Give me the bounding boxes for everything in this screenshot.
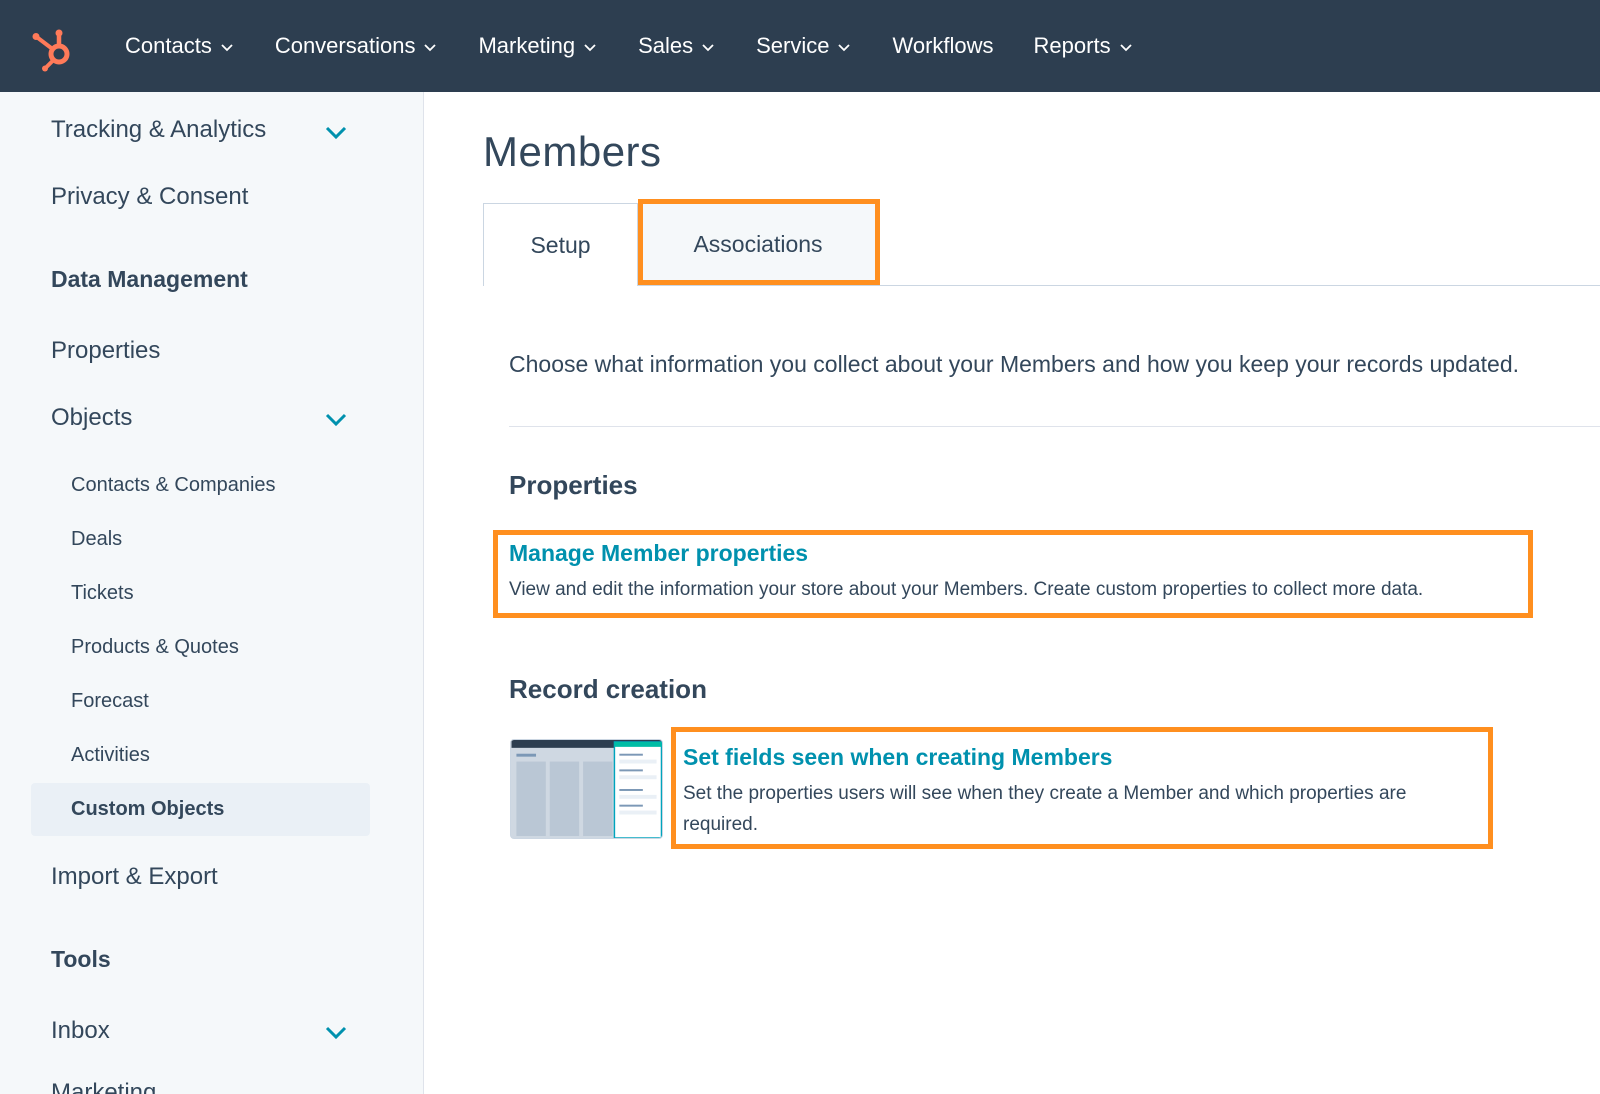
chevron-down-icon <box>838 44 851 52</box>
sidebar-subitem-label: Products & Quotes <box>71 636 239 658</box>
nav-item-label: Conversations <box>274 33 416 58</box>
nav-item-marketing[interactable]: Marketing <box>478 33 598 59</box>
sidebar-subitem-deals[interactable]: Deals <box>71 528 122 551</box>
chevron-down-icon[interactable] <box>322 405 350 433</box>
sidebar-item-label: Tracking & Analytics <box>51 116 267 143</box>
sidebar-item-marketing[interactable]: Marketing <box>51 1079 156 1094</box>
chevron-down-icon[interactable] <box>322 1018 350 1046</box>
nav-item-label: Marketing <box>478 33 576 58</box>
sidebar-subitem-label: Forecast <box>71 690 149 712</box>
sidebar-item-label: Properties <box>51 337 161 364</box>
sidebar-item-label: Privacy & Consent <box>51 183 249 210</box>
page-title: Members <box>483 128 662 175</box>
sidebar-subitem-label: Contacts & Companies <box>71 474 276 496</box>
chevron-down-icon[interactable] <box>322 118 350 146</box>
tab-label: Setup <box>530 231 591 258</box>
nav-item-workflows[interactable]: Workflows <box>892 33 993 59</box>
sidebar-item-label: Marketing <box>51 1079 157 1094</box>
sidebar-item-import-export[interactable]: Import & Export <box>51 863 218 891</box>
sidebar-subitem-tickets[interactable]: Tickets <box>71 582 134 605</box>
sidebar-subitem-forecast[interactable]: Forecast <box>71 690 149 713</box>
sidebar-item-label: Import & Export <box>51 863 218 890</box>
sidebar-item-label: Inbox <box>51 1017 110 1044</box>
sidebar-heading-label: Data Management <box>51 266 248 292</box>
sidebar-subitem-activities[interactable]: Activities <box>71 744 150 767</box>
settings-sidebar: Tracking & Analytics Privacy & Consent D… <box>0 92 424 1094</box>
sidebar-subitem-label: Deals <box>71 528 123 550</box>
sidebar-item-inbox[interactable]: Inbox <box>51 1017 110 1045</box>
nav-item-label: Sales <box>638 33 694 58</box>
chevron-down-icon <box>584 44 596 52</box>
sidebar-heading-tools: Tools <box>51 946 111 973</box>
set-fields-description: Set the properties users will see when t… <box>683 783 1407 835</box>
nav-item-conversations[interactable]: Conversations <box>275 33 439 59</box>
sidebar-item-properties[interactable]: Properties <box>51 337 160 365</box>
sidebar-item-label: Objects <box>51 404 133 431</box>
sidebar-item-tracking-analytics[interactable]: Tracking & Analytics <box>51 116 266 144</box>
hubspot-logo-icon[interactable] <box>28 24 76 72</box>
nav-item-service[interactable]: Service <box>756 33 852 59</box>
tabs-divider <box>483 285 1600 286</box>
sidebar-heading-data-management: Data Management <box>51 266 248 293</box>
sidebar-subitem-label: Tickets <box>71 582 134 604</box>
section-divider <box>509 426 1600 427</box>
tab-label: Associations <box>693 231 823 257</box>
tab-associations[interactable]: Associations <box>641 204 875 285</box>
nav-menu: Contacts Conversations Marketing Sales S… <box>125 0 1174 92</box>
sidebar-subitem-custom-objects[interactable]: Custom Objects <box>71 798 224 821</box>
sidebar-subitem-label: Activities <box>71 744 150 766</box>
nav-item-label: Workflows <box>892 33 994 58</box>
sidebar-heading-label: Tools <box>51 946 111 972</box>
sidebar-subitem-contacts-companies[interactable]: Contacts & Companies <box>71 474 276 497</box>
tab-setup[interactable]: Setup <box>483 203 638 286</box>
nav-item-label: Reports <box>1033 33 1111 58</box>
chevron-down-icon <box>221 44 233 52</box>
sidebar-item-privacy-consent[interactable]: Privacy & Consent <box>51 183 248 211</box>
record-creation-section-title: Record creation <box>509 674 707 704</box>
sidebar-item-objects[interactable]: Objects <box>51 404 132 432</box>
chevron-down-icon <box>702 44 714 52</box>
record-creation-preview-thumbnail <box>510 739 663 839</box>
nav-item-contacts[interactable]: Contacts <box>125 33 235 59</box>
properties-section-title: Properties <box>509 470 638 500</box>
top-navigation-bar: Contacts Conversations Marketing Sales S… <box>0 0 1600 92</box>
sidebar-subitem-products-quotes[interactable]: Products & Quotes <box>71 636 239 659</box>
nav-item-label: Contacts <box>125 33 212 58</box>
intro-text: Choose what information you collect abou… <box>509 351 1520 377</box>
nav-item-reports[interactable]: Reports <box>1034 33 1134 59</box>
set-fields-creating-members-link[interactable]: Set fields seen when creating Members <box>683 744 1112 771</box>
manage-properties-description: View and edit the information your store… <box>509 579 1424 600</box>
chevron-down-icon <box>424 44 437 52</box>
chevron-down-icon <box>1119 44 1132 52</box>
manage-member-properties-link[interactable]: Manage Member properties <box>509 540 808 567</box>
nav-item-label: Service <box>756 33 830 58</box>
nav-item-sales[interactable]: Sales <box>638 33 716 59</box>
sidebar-subitem-label: Custom Objects <box>71 798 225 820</box>
